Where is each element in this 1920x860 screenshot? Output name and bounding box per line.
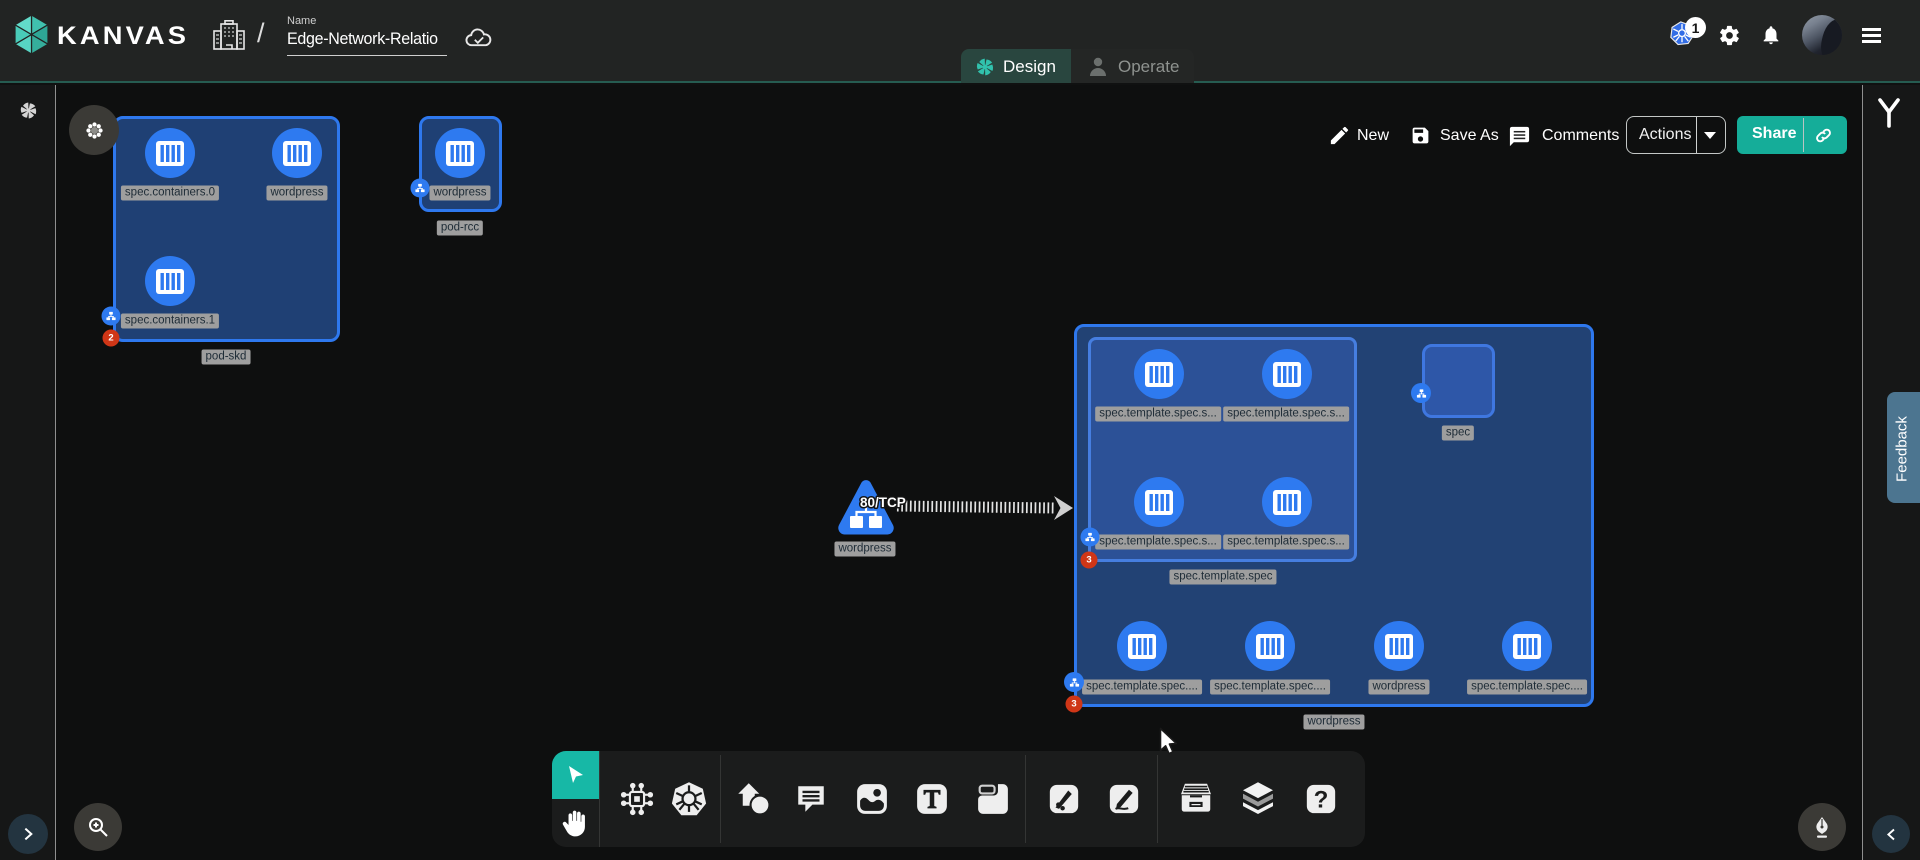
svg-text:80/TCP: 80/TCP: [860, 495, 906, 510]
svg-text:?: ?: [1314, 787, 1329, 814]
